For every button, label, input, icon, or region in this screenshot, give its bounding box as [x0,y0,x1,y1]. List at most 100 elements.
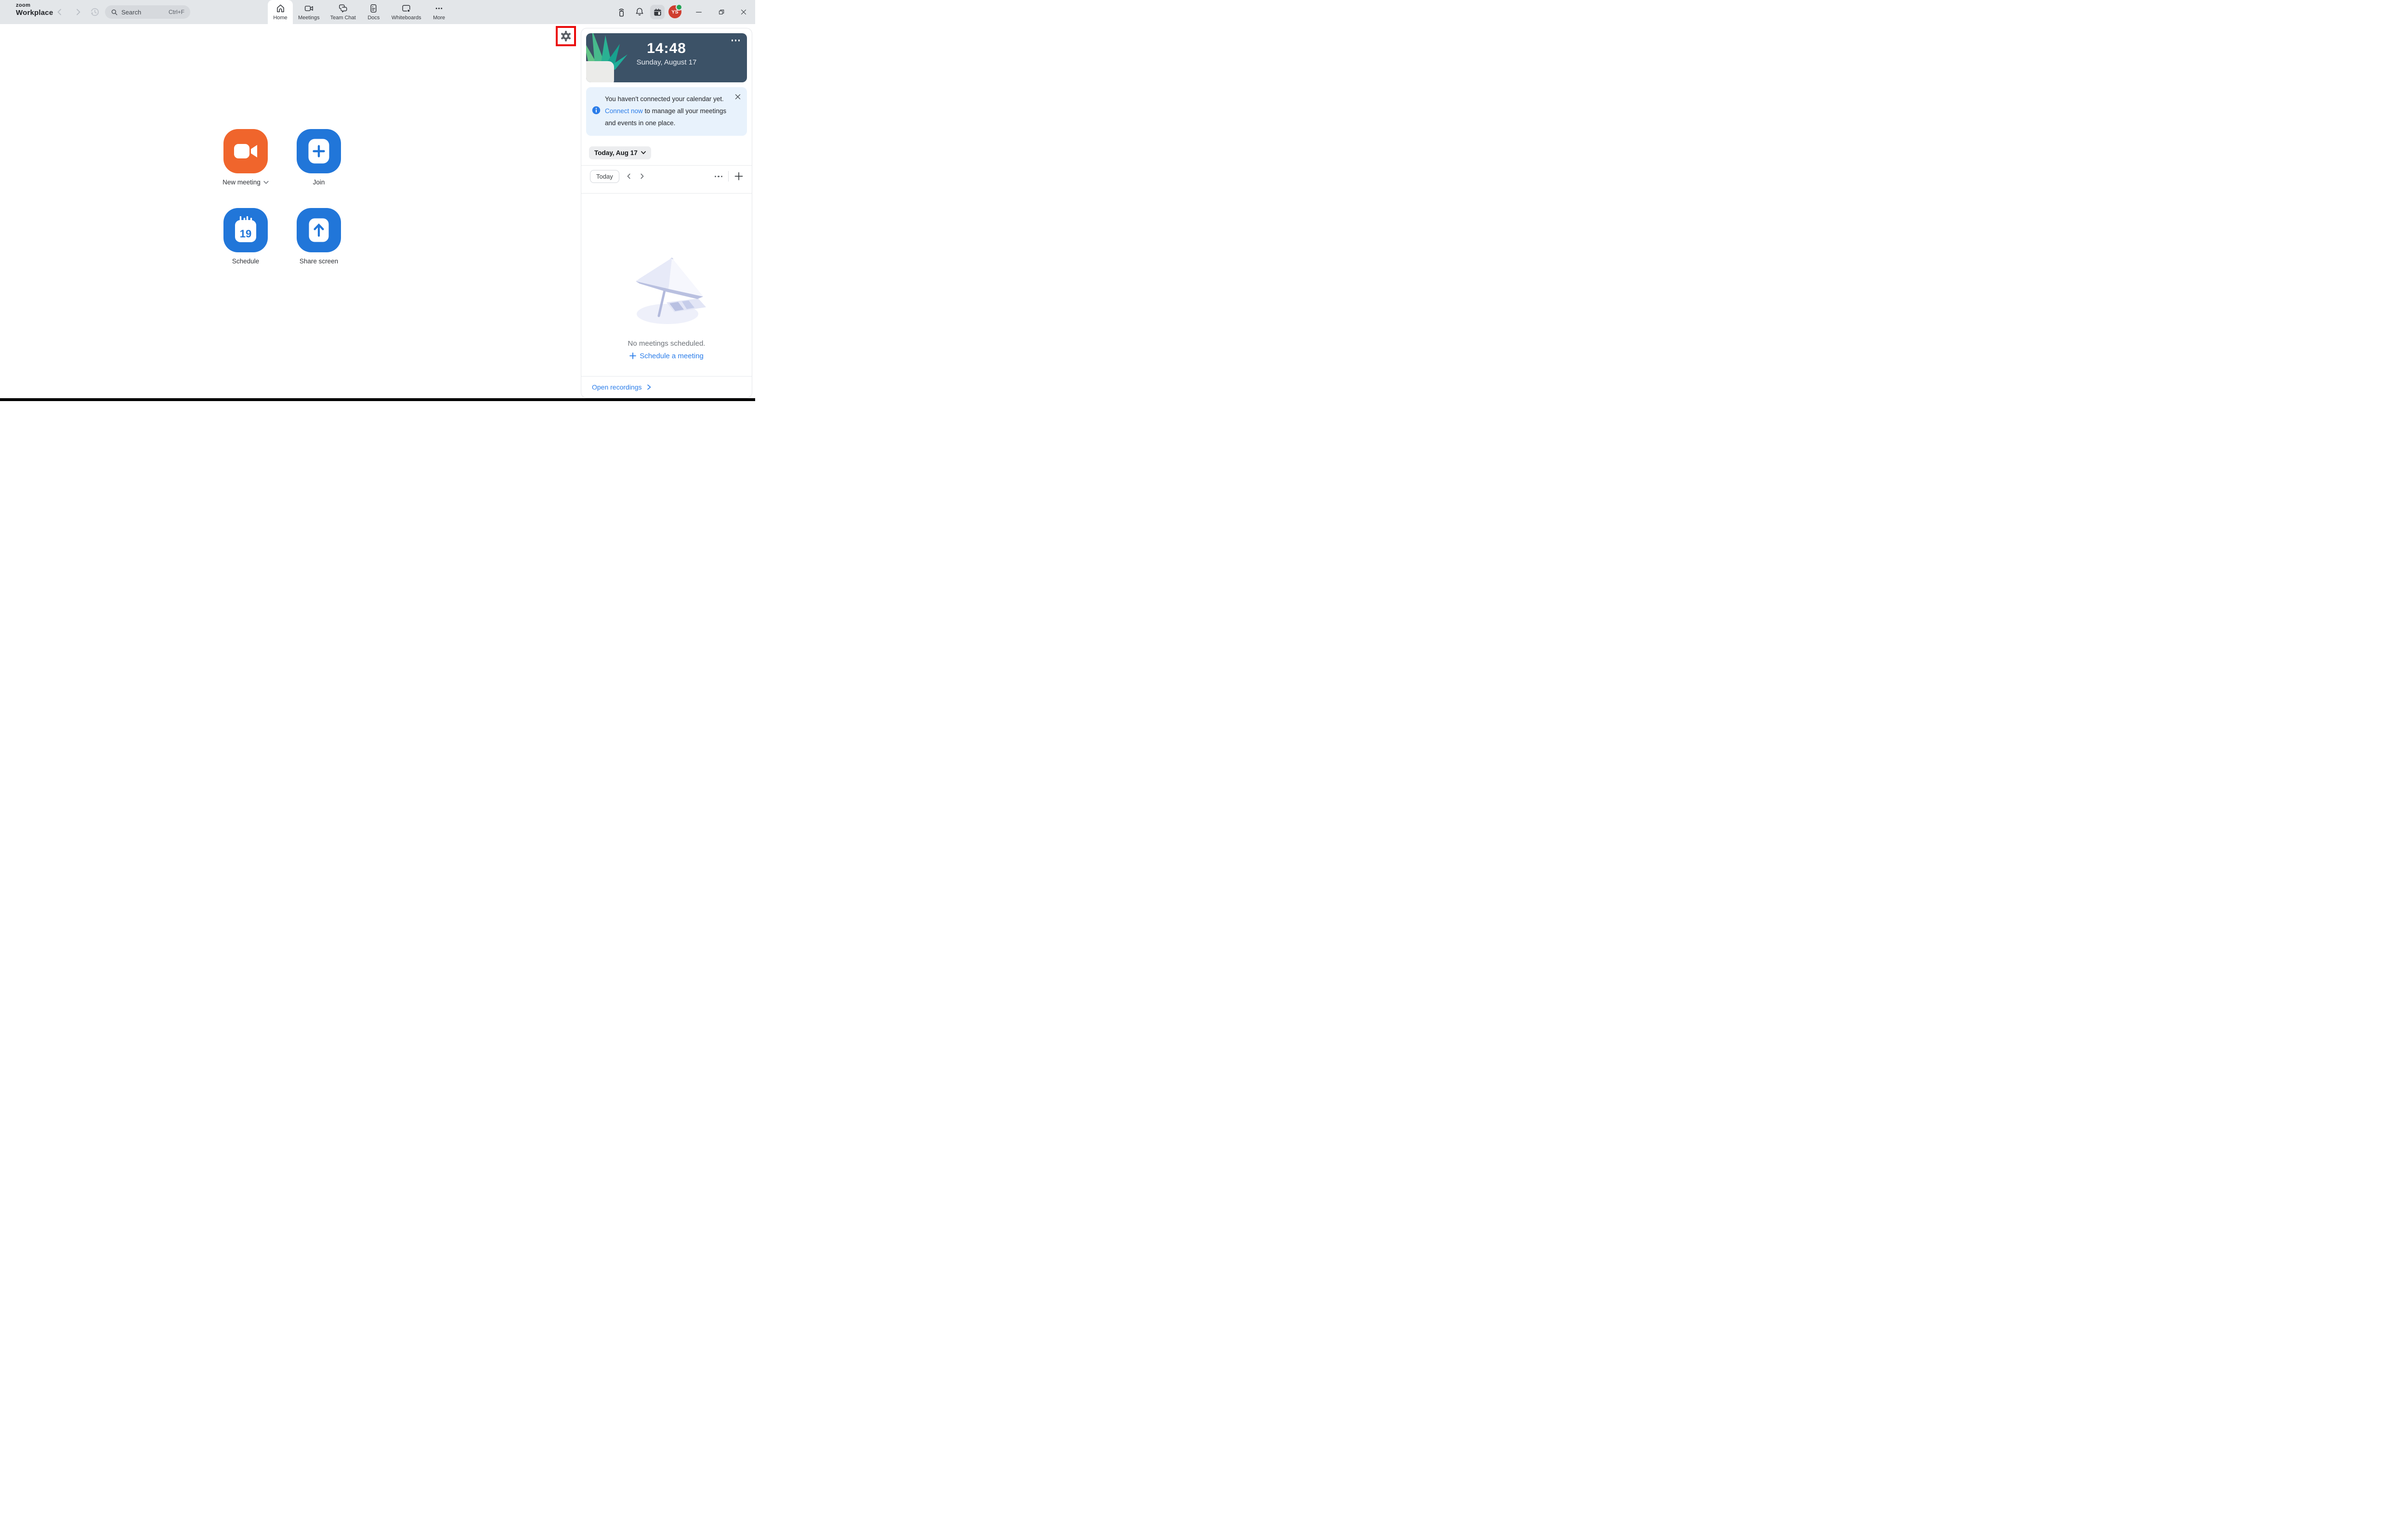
chat-bubbles-icon [339,4,347,13]
date-selector-label: Today, Aug 17 [594,149,638,156]
logo-line-zoom: zoom [16,2,31,8]
info-icon [592,106,601,117]
schedule-action[interactable]: 19 Schedule [207,208,284,266]
calendar-more-button[interactable] [714,175,722,178]
clock-card-menu-button[interactable] [731,39,740,41]
tab-meetings-label: Meetings [298,15,320,21]
share-screen-action[interactable]: Share screen [280,208,357,266]
no-meetings-message: No meetings scheduled. [628,339,706,348]
beach-umbrella-illustration [636,258,706,324]
chevron-down-icon [641,151,646,155]
close-icon [735,94,740,99]
today-button[interactable]: Today [590,169,619,183]
new-meeting-label: New meeting [222,179,261,186]
chevron-down-icon[interactable] [263,181,269,184]
share-screen-button[interactable] [297,208,341,252]
tab-more[interactable]: More [427,0,452,24]
notifications-button[interactable] [634,6,645,18]
tab-more-label: More [433,15,445,21]
taskbar-edge [0,398,755,401]
avatar[interactable]: YS [668,4,682,18]
open-recordings-link[interactable]: Open recordings [592,383,652,391]
search-placeholder: Search [121,8,142,16]
chevron-left-icon [57,9,61,15]
plant-illustration [586,33,628,82]
settings-button[interactable] [560,30,572,42]
restore-button[interactable] [716,7,727,17]
tab-team-chat-label: Team Chat [330,15,356,21]
chevron-right-icon [647,384,651,390]
date-selector-dropdown[interactable]: Today, Aug 17 [589,146,651,159]
whiteboard-icon [402,5,411,13]
schedule-button[interactable]: 19 [223,208,268,252]
open-recordings-label: Open recordings [592,383,642,391]
calendar-19-icon: 19 [235,216,256,242]
plus-icon [308,139,329,164]
tab-whiteboards[interactable]: Whiteboards [386,0,427,24]
banner-close-button[interactable] [734,93,741,100]
video-camera-icon [234,144,257,158]
divider [581,193,752,194]
join-button[interactable] [297,129,341,173]
video-camera-icon [304,5,313,12]
bell-icon [636,8,643,16]
device-signal-icon [619,9,624,17]
tab-home[interactable]: Home [268,0,293,24]
tab-docs[interactable]: Docs [361,0,386,24]
next-day-button[interactable] [639,173,645,180]
arrow-up-icon [309,218,329,242]
join-action[interactable]: Join [280,129,357,187]
connect-now-link[interactable]: Connect now [605,107,643,115]
minimize-button[interactable] [694,7,704,17]
titlebar: zoom Workplace Search Ctrl+F Home Meetin… [0,0,755,24]
gear-icon [561,30,571,42]
forward-button[interactable] [73,7,83,17]
clock-card: 14:48 Sunday, August 17 [586,33,747,82]
panel-footer: Open recordings [581,376,752,398]
banner-text-before: You haven't connected your calendar yet. [605,95,724,103]
chevron-right-icon [77,9,80,15]
share-screen-label: Share screen [299,258,339,265]
search-shortcut: Ctrl+F [169,9,184,15]
back-button[interactable] [55,7,65,17]
chevron-right-icon [641,174,644,179]
calendar-button[interactable] [650,5,665,19]
join-label: Join [313,179,325,186]
schedule-label: Schedule [232,258,260,265]
zoom-workplace-logo: zoom Workplace [16,2,53,17]
home-icon [276,4,284,13]
ellipsis-icon [435,8,443,9]
new-meeting-action[interactable]: New meeting [207,129,284,187]
chevron-left-icon [627,174,630,179]
tab-meetings[interactable]: Meetings [293,0,325,24]
close-icon [741,9,746,15]
connect-device-button[interactable] [615,6,627,18]
plus-icon [734,172,743,181]
banner-text: You haven't connected your calendar yet.… [605,93,733,130]
tab-whiteboards-label: Whiteboards [391,15,421,21]
schedule-a-meeting-label: Schedule a meeting [640,351,704,360]
calendar-icon [654,8,661,16]
empty-schedule-state: No meetings scheduled. Schedule a meetin… [586,253,747,362]
new-meeting-button[interactable] [223,129,268,173]
history-clock-icon [91,8,99,16]
calendar-connect-banner: You haven't connected your calendar yet.… [586,87,747,136]
annotation-highlight-box [556,26,576,46]
tab-home-label: Home [273,15,288,21]
tab-team-chat[interactable]: Team Chat [325,0,361,24]
minimize-icon [696,12,702,13]
home-side-panel: 14:48 Sunday, August 17 You haven't conn… [581,28,752,398]
tab-docs-label: Docs [367,15,380,21]
history-button[interactable] [89,6,101,18]
search-input[interactable]: Search Ctrl+F [105,5,190,19]
document-icon [370,4,377,13]
add-meeting-button[interactable] [734,172,743,181]
calendar-toolbar: Today [586,166,747,187]
divider [728,171,729,182]
plus-icon [629,352,637,360]
main-tabs: Home Meetings Team Chat Docs Whiteboards… [268,0,452,24]
close-button[interactable] [738,7,749,17]
schedule-date-number: 19 [240,228,251,240]
schedule-a-meeting-link[interactable]: Schedule a meeting [629,352,704,360]
previous-day-button[interactable] [626,173,632,180]
